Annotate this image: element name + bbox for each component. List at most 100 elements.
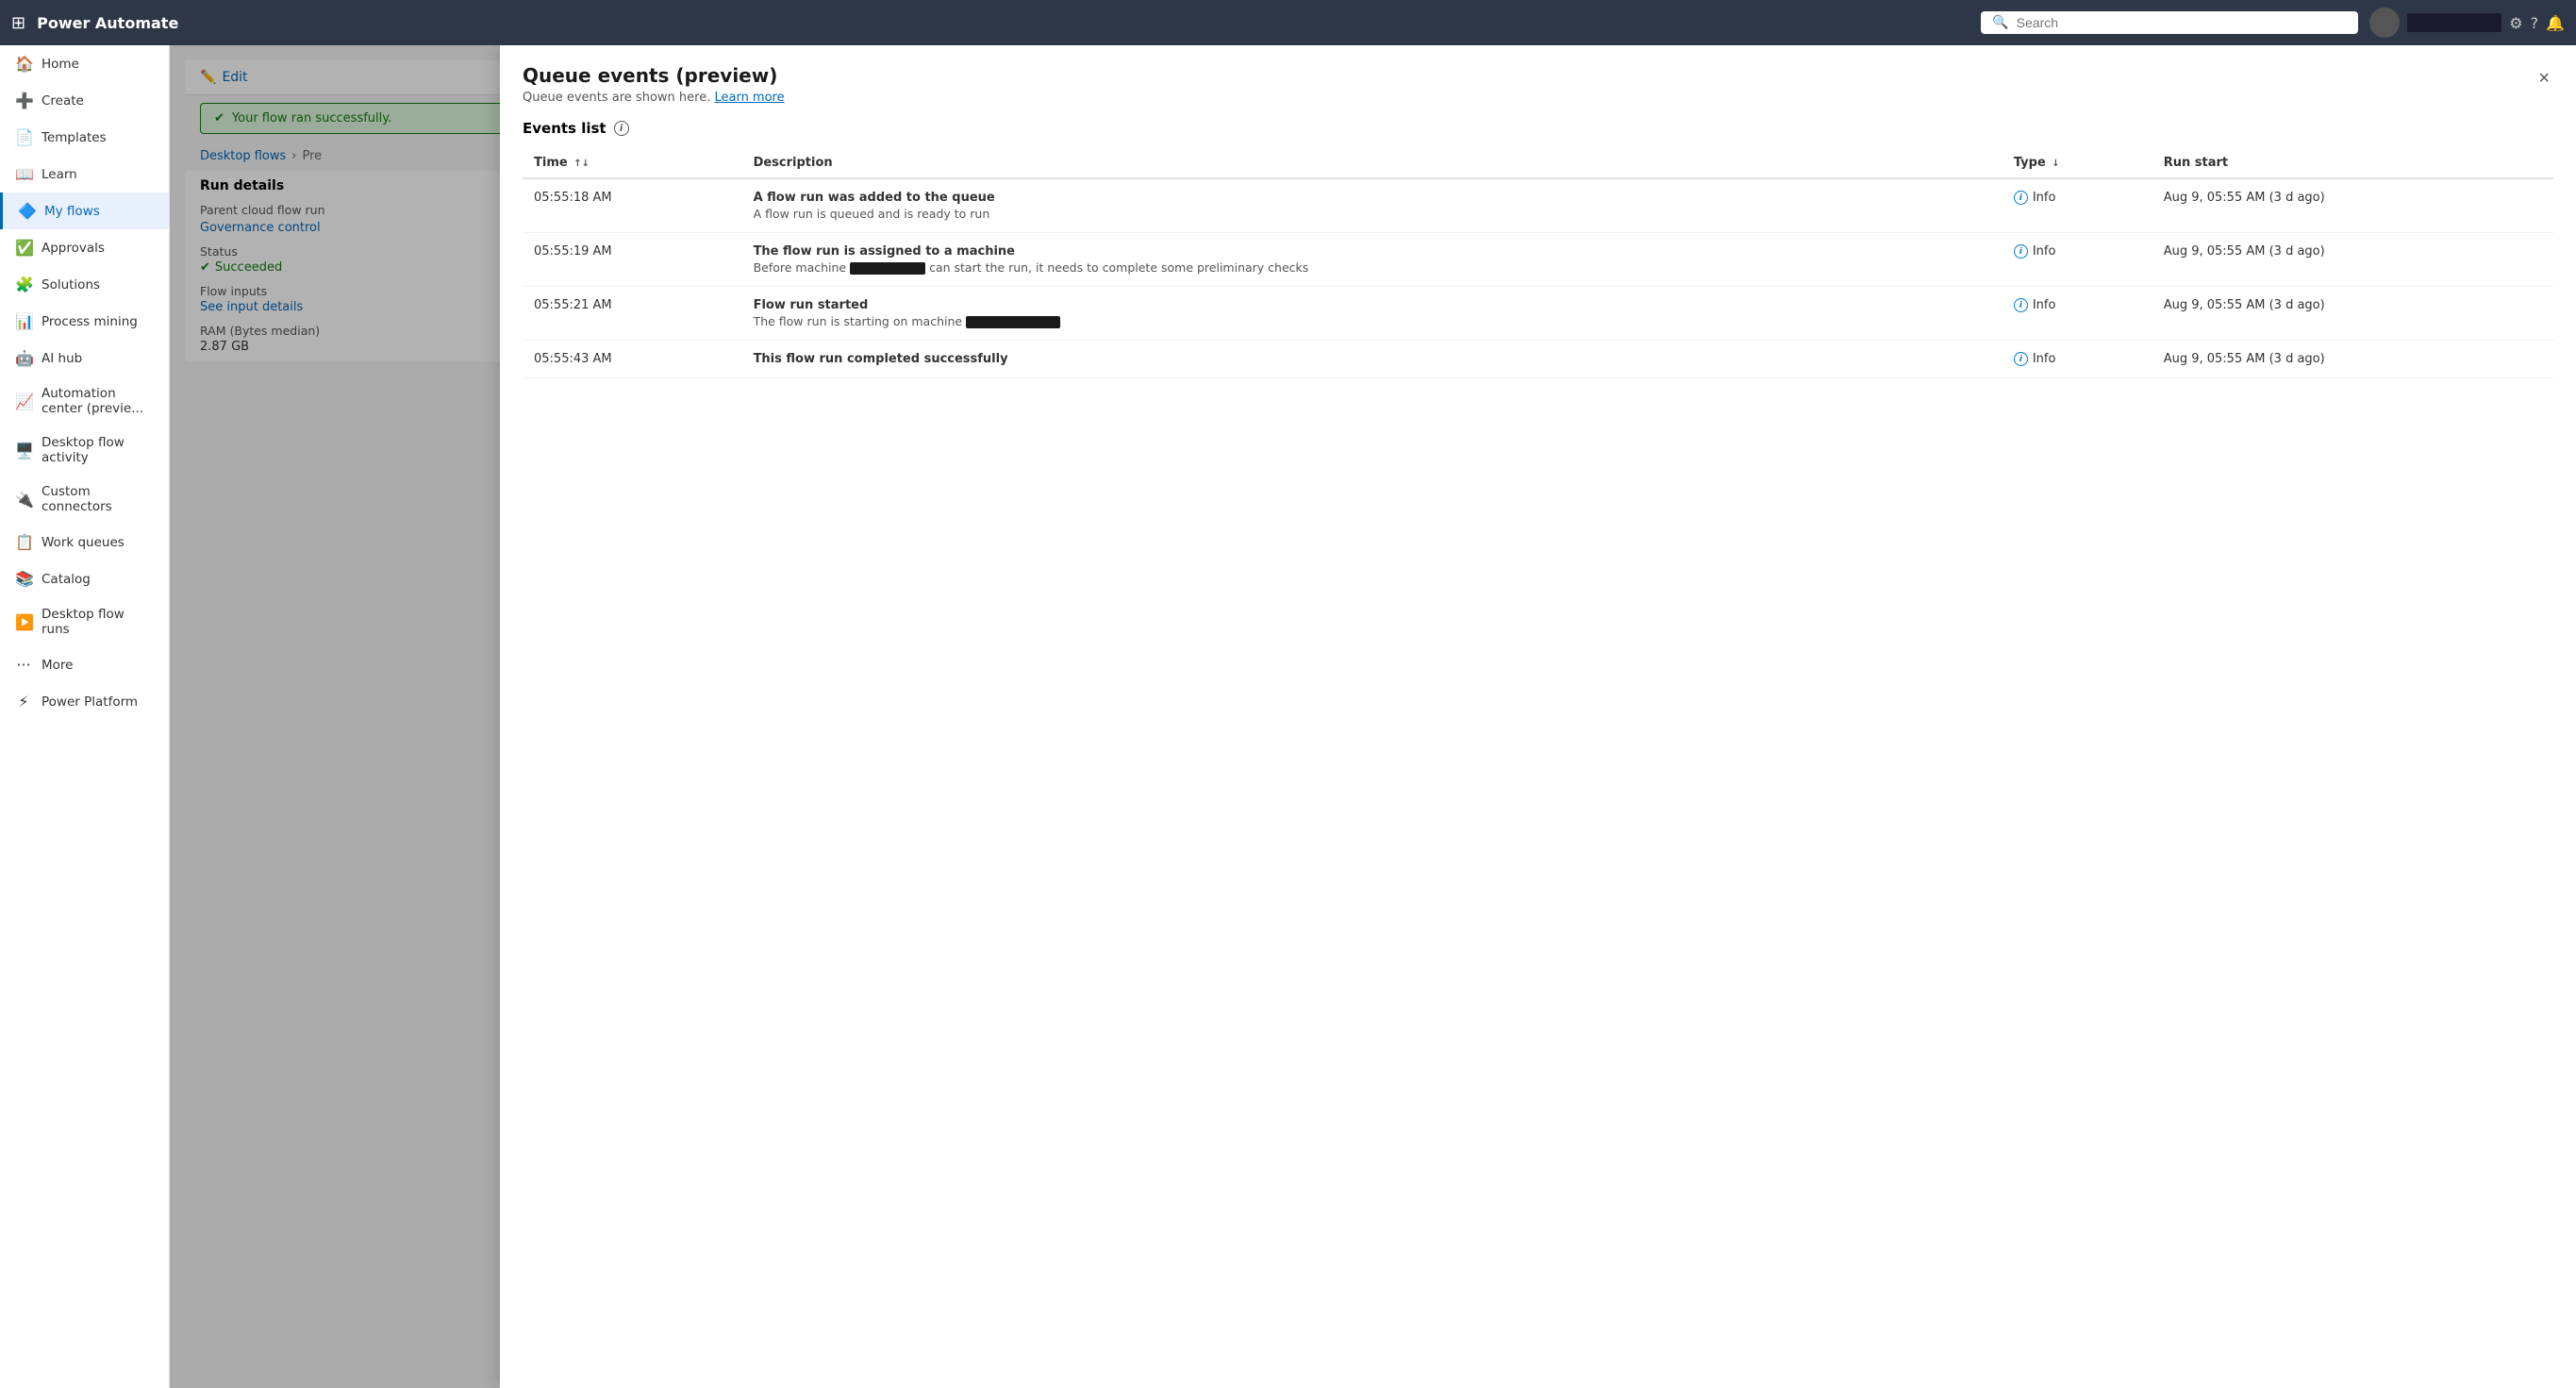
avatar[interactable]: [2369, 8, 2400, 38]
sidebar-label-my-flows: My flows: [44, 204, 100, 219]
user-name-redacted: [2407, 13, 2501, 32]
events-list-header: Events list i: [523, 120, 2553, 137]
event-run-start-3: Aug 9, 05:55 AM (3 d ago): [2152, 287, 2553, 341]
connectors-icon: 🔌: [15, 491, 32, 509]
type-info-icon-3: i: [2014, 298, 2028, 312]
settings-icon[interactable]: ⚙: [2509, 14, 2522, 32]
type-sort-icon[interactable]: ↓: [2052, 159, 2059, 169]
work-queues-icon: 📋: [15, 533, 32, 551]
main-content: ✏️ Edit ✔ Your flow ran successfully. De…: [170, 45, 2576, 1388]
table-row: 05:55:19 AM The flow run is assigned to …: [523, 233, 2553, 287]
sidebar-item-ai-hub[interactable]: 🤖 AI hub: [0, 340, 169, 376]
table-row: 05:55:18 AM A flow run was added to the …: [523, 178, 2553, 233]
sidebar-item-desktop-flow-runs[interactable]: ▶️ Desktop flow runs: [0, 597, 169, 646]
learn-more-link[interactable]: Learn more: [714, 91, 784, 105]
event-type-3: i Info: [2003, 287, 2152, 341]
learn-icon: 📖: [15, 165, 32, 183]
search-input[interactable]: [2017, 15, 2348, 30]
sidebar-label-desktop-activity: Desktop flow activity: [42, 435, 154, 465]
sidebar-item-my-flows[interactable]: 🔷 My flows: [0, 192, 169, 229]
approvals-icon: ✅: [15, 239, 32, 257]
sidebar-item-power-platform[interactable]: ⚡ Power Platform: [0, 683, 169, 720]
queue-events-panel: Queue events (preview) Queue events are …: [500, 45, 2576, 1388]
templates-icon: 📄: [15, 128, 32, 146]
col-time: Time ↑↓: [523, 148, 742, 178]
col-type: Type ↓: [2003, 148, 2152, 178]
home-icon: 🏠: [15, 55, 32, 73]
topbar: ⊞ Power Automate 🔍 ⚙ ? 🔔: [0, 0, 2576, 45]
col-run-start: Run start: [2152, 148, 2553, 178]
sidebar-label-desktop-runs: Desktop flow runs: [42, 607, 154, 637]
sidebar-item-automation-center[interactable]: 📈 Automation center (previe...: [0, 376, 169, 426]
solutions-icon: 🧩: [15, 276, 32, 293]
search-icon: 🔍: [1992, 15, 2008, 30]
table-row: 05:55:21 AM Flow run started The flow ru…: [523, 287, 2553, 341]
create-icon: ➕: [15, 92, 32, 109]
modal-title: Queue events (preview): [523, 64, 785, 87]
modal-close-button[interactable]: ×: [2534, 64, 2553, 93]
sidebar-label-connectors: Custom connectors: [42, 484, 154, 514]
sidebar-label-process-mining: Process mining: [42, 314, 138, 329]
ai-hub-icon: 🤖: [15, 349, 32, 367]
sidebar-label-catalog: Catalog: [42, 572, 91, 587]
sidebar-item-home[interactable]: 🏠 Home: [0, 45, 169, 82]
power-platform-icon: ⚡: [15, 693, 32, 711]
event-type-4: i Info: [2003, 341, 2152, 378]
events-list-label: Events list: [523, 120, 607, 137]
event-time-3: 05:55:21 AM: [523, 287, 742, 341]
col-description: Description: [742, 148, 2003, 178]
event-desc-4: This flow run completed successfully: [742, 341, 2003, 378]
sidebar-label-more: More: [42, 658, 73, 673]
sidebar-label-work-queues: Work queues: [42, 535, 125, 550]
process-mining-icon: 📊: [15, 312, 32, 330]
sidebar-item-create[interactable]: ➕ Create: [0, 82, 169, 119]
sidebar-label-learn: Learn: [42, 167, 77, 182]
sidebar-item-learn[interactable]: 📖 Learn: [0, 156, 169, 192]
sidebar-item-solutions[interactable]: 🧩 Solutions: [0, 266, 169, 303]
topbar-right: ⚙ ? 🔔: [2369, 8, 2565, 38]
modal-subtitle: Queue events are shown here. Learn more: [523, 91, 785, 105]
events-list-info-icon[interactable]: i: [614, 121, 629, 136]
sidebar-item-catalog[interactable]: 📚 Catalog: [0, 560, 169, 597]
app-body: 🏠 Home ➕ Create 📄 Templates 📖 Learn 🔷 My…: [0, 45, 2576, 1388]
events-table-header: Time ↑↓ Description Type ↓: [523, 148, 2553, 178]
search-bar[interactable]: 🔍: [1981, 11, 2358, 34]
grid-icon[interactable]: ⊞: [11, 13, 25, 33]
sidebar-item-approvals[interactable]: ✅ Approvals: [0, 229, 169, 266]
more-icon: ···: [15, 656, 32, 674]
event-time-1: 05:55:18 AM: [523, 178, 742, 233]
help-icon[interactable]: ?: [2531, 14, 2539, 32]
sidebar-label-home: Home: [42, 57, 79, 72]
event-desc-2: The flow run is assigned to a machine Be…: [742, 233, 2003, 287]
sidebar-label-automation: Automation center (previe...: [42, 386, 154, 416]
desktop-activity-icon: 🖥️: [15, 442, 32, 460]
event-time-4: 05:55:43 AM: [523, 341, 742, 378]
table-row: 05:55:43 AM This flow run completed succ…: [523, 341, 2553, 378]
app-name: Power Automate: [37, 14, 1969, 32]
sidebar-item-desktop-flow-activity[interactable]: 🖥️ Desktop flow activity: [0, 426, 169, 475]
sidebar: 🏠 Home ➕ Create 📄 Templates 📖 Learn 🔷 My…: [0, 45, 170, 1388]
events-table-body: 05:55:18 AM A flow run was added to the …: [523, 178, 2553, 378]
event-type-2: i Info: [2003, 233, 2152, 287]
event-desc-3: Flow run started The flow run is startin…: [742, 287, 2003, 341]
event-time-2: 05:55:19 AM: [523, 233, 742, 287]
catalog-icon: 📚: [15, 570, 32, 588]
sidebar-label-approvals: Approvals: [42, 241, 105, 256]
sidebar-item-more[interactable]: ··· More: [0, 646, 169, 683]
my-flows-icon: 🔷: [18, 202, 35, 220]
notification-icon[interactable]: 🔔: [2546, 14, 2565, 32]
sidebar-item-custom-connectors[interactable]: 🔌 Custom connectors: [0, 475, 169, 524]
type-info-icon-1: i: [2014, 191, 2028, 205]
event-run-start-2: Aug 9, 05:55 AM (3 d ago): [2152, 233, 2553, 287]
sidebar-label-solutions: Solutions: [42, 277, 100, 293]
time-sort-icon[interactable]: ↑↓: [573, 159, 590, 169]
redacted-machine-name-1: [850, 262, 925, 275]
automation-icon: 📈: [15, 393, 32, 410]
sidebar-item-work-queues[interactable]: 📋 Work queues: [0, 524, 169, 560]
sidebar-item-process-mining[interactable]: 📊 Process mining: [0, 303, 169, 340]
event-type-1: i Info: [2003, 178, 2152, 233]
desktop-runs-icon: ▶️: [15, 613, 32, 631]
sidebar-label-ai-hub: AI hub: [42, 351, 82, 366]
sidebar-label-templates: Templates: [42, 130, 107, 145]
sidebar-item-templates[interactable]: 📄 Templates: [0, 119, 169, 156]
